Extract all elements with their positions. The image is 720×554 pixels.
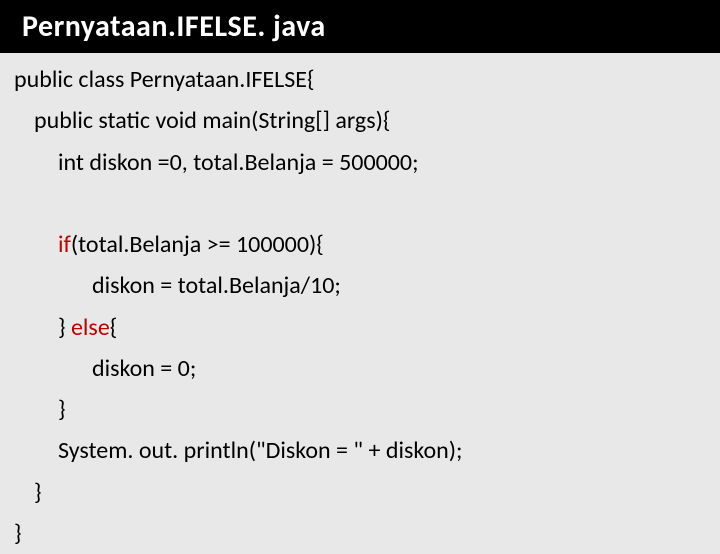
code-line: System. out. println("Diskon = " + disko… xyxy=(14,430,720,471)
page-title: Pernyataan.IFELSE. java xyxy=(0,0,720,53)
code-line: public class Pernyataan.IFELSE{ xyxy=(14,59,720,100)
code-line: diskon = total.Belanja/10; xyxy=(14,265,720,306)
code-line xyxy=(14,183,720,224)
code-line: public static void main(String[] args){ xyxy=(14,100,720,141)
code-line: } xyxy=(14,513,720,554)
code-block: public class Pernyataan.IFELSE{ public s… xyxy=(0,53,720,554)
code-line: } xyxy=(14,389,720,430)
code-line: int diskon =0, total.Belanja = 500000; xyxy=(14,142,720,183)
keyword-if: if xyxy=(58,230,71,259)
code-line: if(total.Belanja >= 100000){ xyxy=(14,224,720,265)
code-line: } xyxy=(14,472,720,513)
code-line: } else{ xyxy=(14,307,720,348)
code-line: diskon = 0; xyxy=(14,348,720,389)
keyword-else: else xyxy=(71,313,110,342)
